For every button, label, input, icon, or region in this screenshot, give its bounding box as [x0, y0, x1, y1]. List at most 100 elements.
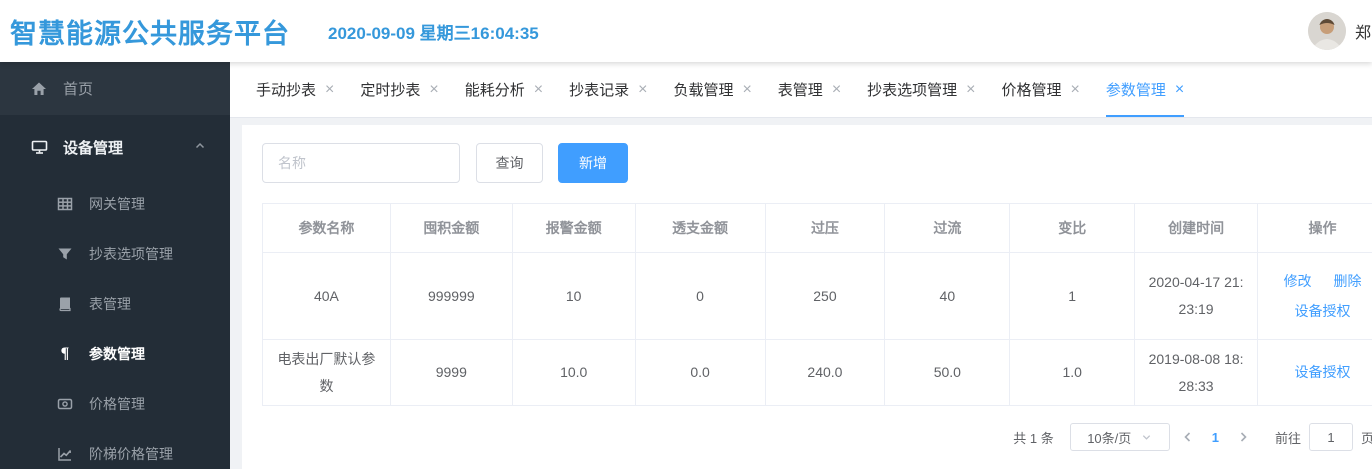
- tab-label: 能耗分析: [464, 82, 525, 99]
- filter-icon: [56, 246, 74, 262]
- chevron-right-icon: [1240, 432, 1247, 442]
- cell-hoard-amount: 9999: [389, 339, 513, 406]
- action-line: 修改 删除: [1268, 266, 1372, 296]
- page-number-1[interactable]: 1: [1212, 430, 1219, 445]
- sidebar-item-label: 设备管理: [63, 139, 124, 157]
- col-header-actions: 操作: [1257, 203, 1372, 253]
- search-toolbar: 查询 新增: [262, 143, 1372, 183]
- user-menu[interactable]: 郑: [1308, 0, 1371, 62]
- cell-actions: 修改 删除 设备授权: [1257, 252, 1372, 340]
- avatar[interactable]: [1308, 12, 1346, 50]
- grid-icon: [56, 196, 74, 212]
- prev-page-button[interactable]: [1182, 431, 1194, 443]
- sidebar-item-meter-option-management[interactable]: 抄表选项管理: [0, 229, 230, 279]
- close-tab-icon[interactable]: ×: [1175, 81, 1184, 98]
- sidebar-item-label: 阶梯价格管理: [89, 446, 173, 462]
- chevron-up-icon: [194, 139, 206, 156]
- cell-param-name: 电表出厂默认参数: [262, 339, 391, 406]
- page-size-value: 10条/页: [1087, 430, 1132, 446]
- table-row: 40A 999999 10 0 250 40 1 2020-04-17 21:2…: [262, 252, 1372, 340]
- sidebar-item-meter-management[interactable]: 表管理: [0, 279, 230, 329]
- name-search-input[interactable]: [262, 143, 460, 183]
- tab-manual-reading[interactable]: 手动抄表 ×: [256, 62, 334, 117]
- close-tab-icon[interactable]: ×: [1071, 81, 1080, 98]
- trend-chart-icon: [56, 446, 74, 462]
- add-button[interactable]: 新增: [558, 143, 628, 183]
- tab-label: 手动抄表: [256, 82, 317, 99]
- total-count-label: 共 1 条: [1013, 430, 1054, 446]
- sidebar-item-label: 首页: [63, 81, 94, 98]
- chevron-left-icon: [1184, 432, 1190, 442]
- tab-price-management[interactable]: 价格管理 ×: [1002, 62, 1080, 117]
- chevron-down-icon: [1143, 434, 1151, 440]
- col-header-alarm-amount: 报警金额: [511, 203, 636, 253]
- sidebar-item-gateway-management[interactable]: 网关管理: [0, 179, 230, 229]
- device-authorize-link[interactable]: 设备授权: [1295, 303, 1351, 319]
- sidebar-item-device-management[interactable]: 设备管理: [0, 115, 230, 179]
- close-tab-icon[interactable]: ×: [325, 81, 334, 98]
- money-icon: [56, 396, 74, 412]
- page-size-select[interactable]: 10条/页: [1069, 423, 1170, 451]
- close-tab-icon[interactable]: ×: [638, 81, 647, 98]
- cell-overvoltage: 240.0: [764, 339, 886, 406]
- tab-meter-management[interactable]: 表管理 ×: [778, 62, 841, 117]
- query-button[interactable]: 查询: [476, 143, 543, 183]
- sidebar-item-home[interactable]: 首页: [0, 62, 230, 115]
- sidebar-item-tiered-price-management[interactable]: 阶梯价格管理: [0, 429, 230, 469]
- sidebar-item-label: 表管理: [89, 296, 131, 312]
- sidebar-item-label: 抄表选项管理: [89, 246, 173, 262]
- monitor-icon: [30, 139, 48, 155]
- tab-scheduled-reading[interactable]: 定时抄表 ×: [360, 62, 438, 117]
- cell-hoard-amount: 999999: [389, 252, 513, 340]
- col-header-created-at: 创建时间: [1134, 203, 1259, 253]
- tab-label: 参数管理: [1105, 82, 1166, 99]
- close-tab-icon[interactable]: ×: [966, 81, 975, 98]
- sidebar-item-label: 网关管理: [89, 196, 145, 212]
- col-header-overdraft-amount: 透支金额: [634, 203, 766, 253]
- tab-load-management[interactable]: 负载管理 ×: [673, 62, 751, 117]
- device-authorize-link[interactable]: 设备授权: [1295, 364, 1351, 380]
- table-row: 电表出厂默认参数 9999 10.0 0.0 240.0 50.0 1.0 20…: [262, 339, 1372, 406]
- goto-unit-label: 页: [1360, 430, 1372, 446]
- cell-alarm-amount: 10: [511, 252, 636, 340]
- goto-page-input[interactable]: [1308, 423, 1353, 451]
- cell-overcurrent: 50.0: [884, 339, 1011, 406]
- tab-label: 抄表选项管理: [867, 82, 958, 99]
- app-header: 智慧能源公共服务平台 2020-09-09 星期三16:04:35 郑: [0, 0, 1372, 62]
- col-header-hoard-amount: 囤积金额: [389, 203, 513, 253]
- close-tab-icon[interactable]: ×: [832, 81, 841, 98]
- cell-created-at: 2019-08-08 18:28:33: [1134, 339, 1259, 406]
- close-tab-icon[interactable]: ×: [534, 81, 543, 98]
- col-header-param-name: 参数名称: [262, 203, 391, 253]
- tab-meter-option-management[interactable]: 抄表选项管理 ×: [867, 62, 975, 117]
- content-area: 查询 新增 参数名称 囤积金额 报警金额 透支金额 过压 过流 变比 创建时间: [230, 118, 1372, 469]
- cell-overdraft-amount: 0: [634, 252, 766, 340]
- sidebar-item-label: 参数管理: [89, 346, 145, 362]
- cell-overdraft-amount: 0.0: [634, 339, 766, 406]
- cell-ratio: 1.0: [1009, 339, 1136, 406]
- action-line: 设备授权: [1268, 296, 1372, 326]
- book-icon: [56, 296, 74, 312]
- close-tab-icon[interactable]: ×: [742, 81, 751, 98]
- sidebar: 首页 设备管理 网关管理 抄表选项管理 表管理 ¶ 参数管理 价格管理 阶梯价格…: [0, 62, 230, 469]
- cell-overvoltage: 250: [764, 252, 886, 340]
- sidebar-item-label: 价格管理: [89, 396, 145, 412]
- cell-actions: 设备授权: [1257, 339, 1372, 406]
- edit-link[interactable]: 修改: [1284, 273, 1312, 289]
- app-title: 智慧能源公共服务平台: [10, 18, 290, 49]
- sidebar-item-price-management[interactable]: 价格管理: [0, 379, 230, 429]
- cell-ratio: 1: [1009, 252, 1136, 340]
- tab-energy-analysis[interactable]: 能耗分析 ×: [465, 62, 543, 117]
- next-page-button[interactable]: [1237, 431, 1249, 443]
- col-header-overcurrent: 过流: [884, 203, 1011, 253]
- sidebar-item-parameter-management[interactable]: ¶ 参数管理: [0, 329, 230, 379]
- parameter-management-panel: 查询 新增 参数名称 囤积金额 报警金额 透支金额 过压 过流 变比 创建时间: [242, 125, 1372, 469]
- cell-alarm-amount: 10.0: [511, 339, 636, 406]
- col-header-overvoltage: 过压: [764, 203, 886, 253]
- goto-label: 前往: [1274, 430, 1301, 446]
- tab-reading-records[interactable]: 抄表记录 ×: [569, 62, 647, 117]
- tab-parameter-management[interactable]: 参数管理 ×: [1106, 62, 1184, 117]
- delete-link[interactable]: 删除: [1333, 273, 1361, 289]
- close-tab-icon[interactable]: ×: [429, 81, 438, 98]
- tab-label: 表管理: [777, 82, 823, 99]
